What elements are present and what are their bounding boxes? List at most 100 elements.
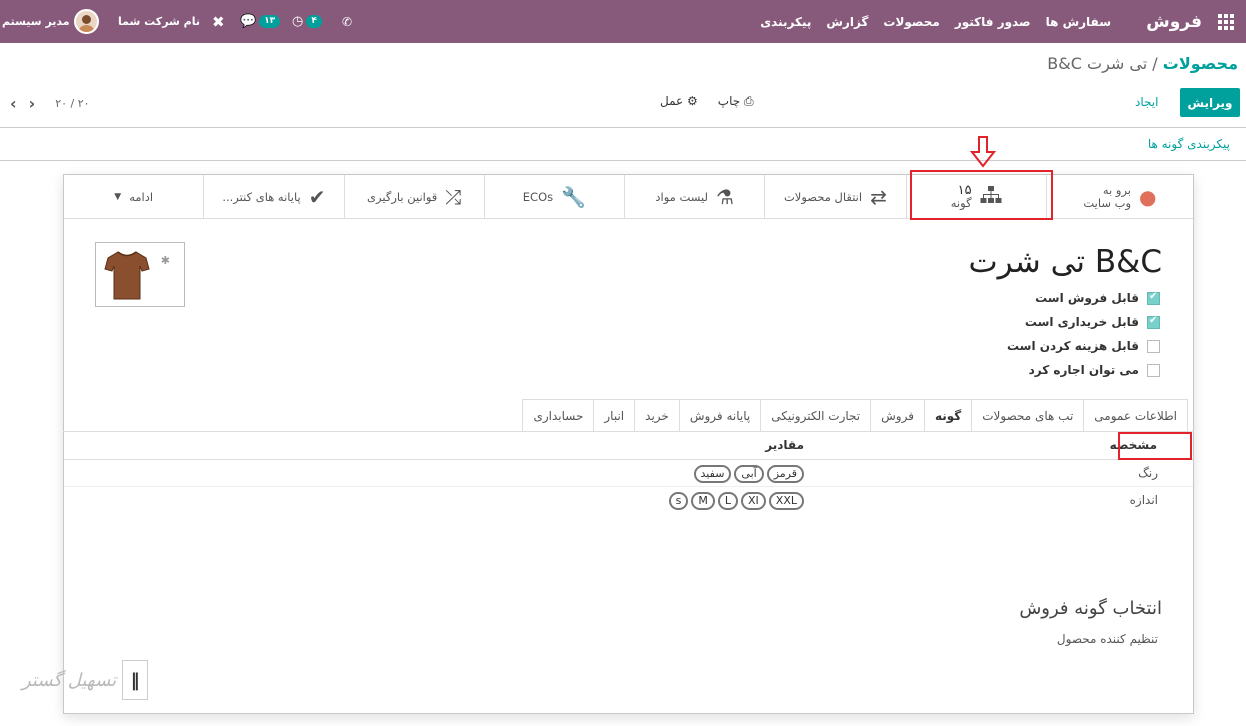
can-be-expensed-checkbox-row: قابل هزینه کردن است — [1007, 338, 1160, 354]
value-tag: s — [668, 492, 689, 510]
watermark-text: تسهیل گستر — [22, 669, 117, 691]
attribute-name: رنگ — [1138, 466, 1158, 480]
product-name[interactable]: تی شرت B&C — [968, 244, 1162, 280]
annotation-box-variants — [910, 170, 1053, 220]
flask-icon: ⚗ — [716, 184, 734, 209]
divider — [0, 127, 1246, 128]
pager-value[interactable]: ۲۰ / ۲۰ — [55, 97, 89, 110]
tab-product-tabs[interactable]: تب های محصولات — [971, 399, 1085, 432]
apps-menu-icon[interactable] — [1218, 0, 1238, 43]
chat-icon: 💬 — [240, 14, 257, 29]
table-row[interactable]: اندازه s M L XI XXL — [64, 487, 1193, 514]
tab-pos[interactable]: پایانه فروش — [678, 399, 762, 432]
breadcrumb: محصولات / تی شرت B&C — [1047, 54, 1238, 73]
watermark-logo: ‖ — [122, 660, 149, 700]
table-row[interactable]: رنگ سفید آبی قرمز — [64, 460, 1193, 487]
edit-image-icon[interactable]: ✱ — [161, 254, 170, 267]
tab-variants[interactable]: گونه — [923, 399, 973, 432]
purchase-ok-checkbox-row: قابل خریداری است — [1007, 314, 1160, 330]
breadcrumb-current: تی شرت B&C — [1047, 54, 1148, 73]
tab-purchase[interactable]: خرید — [634, 399, 680, 432]
value-tag: آبی — [734, 465, 764, 483]
tab-general-info[interactable]: اطلاعات عمومی — [1083, 399, 1188, 432]
avatar — [73, 9, 99, 34]
sale-ok-checkbox[interactable] — [1147, 291, 1160, 305]
app-brand[interactable]: فروش — [1146, 0, 1202, 43]
tab-sales[interactable]: فروش — [870, 399, 925, 432]
sidebar-actions: ⎙ چاپ ⚙ عمل — [660, 94, 754, 109]
watermark: تسهیل گستر ‖ — [22, 660, 149, 700]
action-label: عمل — [660, 94, 684, 108]
bom-button[interactable]: ⚗ لیست مواد — [624, 175, 764, 218]
gear-icon: ⚙ — [687, 94, 698, 108]
menu-item-configuration[interactable]: پیکربندی — [760, 15, 811, 29]
check-icon: ✔ — [308, 184, 326, 209]
user-menu[interactable]: مدیر سیستم — [2, 0, 99, 43]
can-be-expensed-checkbox[interactable] — [1147, 339, 1160, 353]
wrench-icon: 🔧 — [561, 184, 587, 209]
tshirt-image — [104, 251, 150, 300]
more-button[interactable]: ادامه ▼ — [64, 175, 203, 218]
website-label-1: برو به — [1102, 182, 1131, 197]
reordering-rules-button[interactable]: ✔ پایانه های کنتر... — [203, 175, 343, 218]
breadcrumb-parent[interactable]: محصولات — [1163, 54, 1238, 73]
menu-item-orders[interactable]: سفارش ها — [1046, 15, 1111, 29]
value-tag: M — [691, 492, 715, 510]
edit-button[interactable]: ویرایش — [1180, 88, 1240, 117]
menu-item-products[interactable]: محصولات — [883, 15, 939, 29]
pager-next-button[interactable]: › — [29, 94, 36, 113]
pager-previous-button[interactable]: ‹ — [10, 94, 17, 113]
print-dropdown[interactable]: ⎙ چاپ — [718, 94, 754, 109]
menu-item-reporting[interactable]: گزارش — [826, 15, 868, 29]
company-switcher[interactable]: نام شرکت شما — [118, 0, 200, 43]
value-tag: XI — [741, 492, 766, 510]
value-tag: L — [717, 492, 739, 510]
sale-ok-checkbox-row: قابل فروش است — [1007, 290, 1160, 306]
column-header-values[interactable]: مقادیر — [765, 438, 804, 452]
create-button[interactable]: ایجاد — [1135, 88, 1158, 117]
activity-menu[interactable]: ◷ ۴ — [292, 0, 322, 43]
attribute-values: s M L XI XXL — [668, 492, 804, 510]
divider — [0, 160, 1246, 161]
value-tag: قرمز — [766, 465, 804, 483]
can-be-rented-checkbox-row: می توان اجاره کرد — [1007, 362, 1160, 378]
activities-badge: ۴ — [306, 15, 322, 28]
pager: ‹ › ۲۰ / ۲۰ — [10, 94, 90, 113]
messages-badge: ۱۳ — [259, 15, 281, 28]
website-label-2: وب سایت — [1083, 195, 1131, 210]
value-tag: XXL — [768, 492, 804, 510]
action-dropdown[interactable]: ⚙ عمل — [660, 94, 698, 109]
caret-down-icon: ▼ — [114, 191, 122, 202]
purchase-ok-checkbox[interactable] — [1147, 315, 1160, 329]
tab-accounting[interactable]: حسابداری — [522, 399, 595, 432]
section-title: انتخاب گونه فروش — [1019, 598, 1162, 619]
attribute-name: اندازه — [1129, 493, 1158, 507]
more-label: ادامه — [129, 189, 154, 204]
print-icon: ⎙ — [743, 94, 754, 108]
tab-ecommerce[interactable]: تجارت الکترونیکی — [760, 399, 872, 432]
configure-variants-link[interactable]: پیکربندی گونه ها — [1148, 137, 1230, 151]
can-be-rented-checkbox[interactable] — [1147, 363, 1160, 377]
debug-tools-icon[interactable]: ✖ — [212, 0, 225, 43]
can-be-expensed-label: قابل هزینه کردن است — [1006, 339, 1139, 353]
putaway-rules-button[interactable]: ⤮ قوانین بارگیری — [343, 175, 484, 218]
purchase-ok-label: قابل خریداری است — [1024, 315, 1139, 329]
product-moves-button[interactable]: ⇄ انتقال محصولات — [764, 175, 905, 218]
attribute-values: سفید آبی قرمز — [693, 465, 804, 483]
go-to-website-button[interactable]: ● برو به وب سایت — [1045, 175, 1193, 218]
sale-ok-label: قابل فروش است — [1035, 291, 1139, 305]
menu-item-invoicing[interactable]: صدور فاکتور — [955, 15, 1031, 29]
messaging-menu[interactable]: 💬 ۱۳ — [240, 0, 281, 43]
product-image[interactable]: ✱ — [95, 242, 185, 307]
annotation-box-attribute — [1118, 432, 1192, 460]
annotation-arrow-icon — [970, 136, 996, 168]
can-be-rented-label: می توان اجاره کرد — [1028, 363, 1139, 377]
tab-inventory[interactable]: انبار — [593, 399, 636, 432]
main-menu: سفارش ها صدور فاکتور محصولات گزارش پیکرب… — [760, 0, 1111, 43]
eco-button[interactable]: 🔧 ECOs — [483, 175, 624, 218]
breadcrumb-separator: / — [1152, 54, 1158, 73]
globe-icon: ● — [1139, 184, 1157, 209]
phone-icon[interactable]: ✆ — [342, 0, 352, 43]
eco-label: ECOs — [522, 189, 554, 204]
reordering-label: پایانه های کنتر... — [222, 189, 301, 204]
